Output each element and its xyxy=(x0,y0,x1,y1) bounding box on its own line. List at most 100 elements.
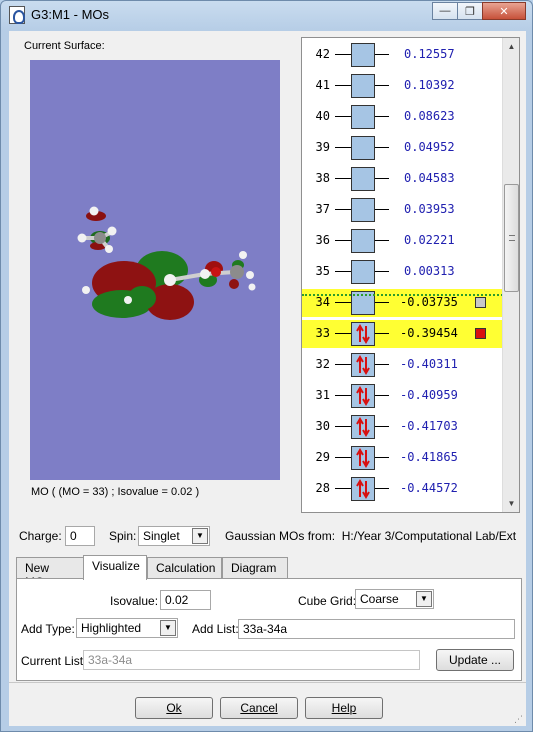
mo-row[interactable]: 40 0.08623 xyxy=(302,103,503,131)
window-title: G3:M1 - MOs xyxy=(31,7,110,22)
mo-energy: -0.41865 xyxy=(400,450,458,464)
scroll-up-icon[interactable]: ▲ xyxy=(503,38,520,55)
mo-level-line xyxy=(335,209,351,210)
isovalue-input[interactable]: 0.02 xyxy=(160,590,211,610)
mo-level-line xyxy=(335,333,351,334)
empty-orbital-icon xyxy=(351,105,375,129)
tab-new-mos[interactable]: New MOs xyxy=(16,557,84,589)
empty-orbital-icon xyxy=(351,260,375,284)
cancel-button[interactable]: Cancel xyxy=(220,697,298,719)
mo-level-line xyxy=(375,333,389,334)
mo-row[interactable]: 42 0.12557 xyxy=(302,41,503,69)
tab-diagram[interactable]: Diagram xyxy=(222,557,288,579)
mo-level-line xyxy=(335,116,351,117)
mo-row[interactable]: 35 0.00313 xyxy=(302,258,503,286)
mo-row[interactable]: 37 0.03953 xyxy=(302,196,503,224)
minimize-button[interactable]: — xyxy=(432,2,458,20)
chevron-down-icon[interactable]: ▼ xyxy=(416,591,432,607)
spin-value: Singlet xyxy=(143,529,180,543)
mo-number: 28 xyxy=(315,481,330,495)
mo-energy: 0.03953 xyxy=(404,202,455,216)
surface-panel: Current Surface: MO ((MO = 33) ; Isoval… xyxy=(17,35,303,507)
molecular-orbital-render xyxy=(77,206,256,320)
mo-level-line xyxy=(335,85,351,86)
add-type-label: Add Type: xyxy=(21,622,75,636)
close-button[interactable]: ✕ xyxy=(482,2,526,20)
mo-number: 41 xyxy=(315,78,330,92)
tab-visualize[interactable]: Visualize xyxy=(83,555,147,580)
visualize-panel: Isovalue: 0.02 Cube Grid: Coarse ▼ Add T… xyxy=(16,578,522,681)
mo-row[interactable]: 36 0.02221 xyxy=(302,227,503,255)
electron-pair-icon xyxy=(351,477,375,501)
app-icon xyxy=(9,6,25,24)
molecule-viewport[interactable] xyxy=(30,60,280,480)
mo-level-line xyxy=(375,147,389,148)
cube-grid-select[interactable]: Coarse ▼ xyxy=(355,589,434,609)
add-list-input[interactable]: 33a-34a xyxy=(238,619,515,639)
mo-row[interactable]: 28 -0.44572 xyxy=(302,475,503,503)
mo-energy-list[interactable]: 42 0.12557 41 0.10392 40 0.08623 39 0.04952 38 0.… xyxy=(301,37,520,513)
resize-grip-icon[interactable]: ⋰ xyxy=(514,714,524,724)
ok-button[interactable]: Ok xyxy=(135,697,213,719)
mo-level-line xyxy=(335,488,351,489)
cube-grid-value: Coarse xyxy=(360,592,399,606)
empty-orbital-icon xyxy=(351,43,375,67)
surface-selected-icon[interactable] xyxy=(475,328,486,339)
mo-row[interactable]: 39 0.04952 xyxy=(302,134,503,162)
electron-pair-icon xyxy=(351,322,375,346)
empty-orbital-icon xyxy=(351,167,375,191)
mo-source-label: Gaussian MOs from: xyxy=(225,529,336,543)
scroll-down-icon[interactable]: ▼ xyxy=(503,495,520,512)
mo-energy: 0.00313 xyxy=(404,264,455,278)
mo-level-line xyxy=(335,395,351,396)
surface-selected-icon[interactable] xyxy=(475,297,486,308)
chevron-down-icon[interactable]: ▼ xyxy=(192,528,208,544)
window-controls: — ❐ ✕ xyxy=(432,2,526,20)
restore-button[interactable]: ❐ xyxy=(457,2,483,20)
charge-input[interactable]: 0 xyxy=(65,526,95,546)
mo-rows-container: 42 0.12557 41 0.10392 40 0.08623 39 0.04952 38 0.… xyxy=(302,38,503,512)
chevron-down-icon[interactable]: ▼ xyxy=(160,620,176,636)
mo-level-line xyxy=(375,395,389,396)
mo-energy: -0.41703 xyxy=(400,419,458,433)
scroll-thumb[interactable] xyxy=(504,184,519,292)
spin-select[interactable]: Singlet ▼ xyxy=(138,526,210,546)
mo-number: 31 xyxy=(315,388,330,402)
mo-energy: -0.44572 xyxy=(400,481,458,495)
mo-row[interactable]: 31 -0.40959 xyxy=(302,382,503,410)
mo-level-line xyxy=(375,488,389,489)
add-type-value: Highlighted xyxy=(81,621,142,635)
mo-level-line xyxy=(375,54,389,55)
mo-level-line xyxy=(335,426,351,427)
spin-label: Spin: xyxy=(109,529,137,543)
title-bar[interactable]: G3:M1 - MOs — ❐ ✕ xyxy=(1,1,532,29)
mo-level-line xyxy=(375,240,389,241)
mo-level-line xyxy=(335,302,351,303)
mo-window: G3:M1 - MOs — ❐ ✕ Current Surface: MO (… xyxy=(0,0,533,732)
tab-calculation[interactable]: Calculation xyxy=(147,557,222,579)
mo-source: Gaussian MOs from: H:/Year 3/Computation… xyxy=(225,529,525,543)
dialog-client: Current Surface: MO ((MO = 33) ; Isoval… xyxy=(9,31,526,726)
mo-row[interactable]: 41 0.10392 xyxy=(302,72,503,100)
mo-row[interactable]: 33 -0.39454 xyxy=(302,320,503,348)
add-type-select[interactable]: Highlighted ▼ xyxy=(76,618,178,638)
mo-level-line xyxy=(335,178,351,179)
mo-row[interactable]: 30 -0.41703 xyxy=(302,413,503,441)
mo-number: 33 xyxy=(315,326,330,340)
mo-number: 38 xyxy=(315,171,330,185)
mo-number: 36 xyxy=(315,233,330,247)
help-button[interactable]: Help xyxy=(305,697,383,719)
mo-number: 34 xyxy=(315,295,330,309)
mo-energy: -0.40311 xyxy=(400,357,458,371)
mo-row[interactable]: 38 0.04583 xyxy=(302,165,503,193)
current-list-input: 33a-34a xyxy=(83,650,420,670)
current-list-label: Current List: xyxy=(21,654,87,668)
mo-number: 35 xyxy=(315,264,330,278)
ok-button-label: Ok xyxy=(166,701,182,715)
mo-list-scrollbar[interactable]: ▲ ▼ xyxy=(502,38,519,512)
mo-level-line xyxy=(375,85,389,86)
cancel-button-label: Cancel xyxy=(240,701,278,715)
mo-row[interactable]: 32 -0.40311 xyxy=(302,351,503,379)
update-button[interactable]: Update ... xyxy=(436,649,514,671)
mo-row[interactable]: 29 -0.41865 xyxy=(302,444,503,472)
